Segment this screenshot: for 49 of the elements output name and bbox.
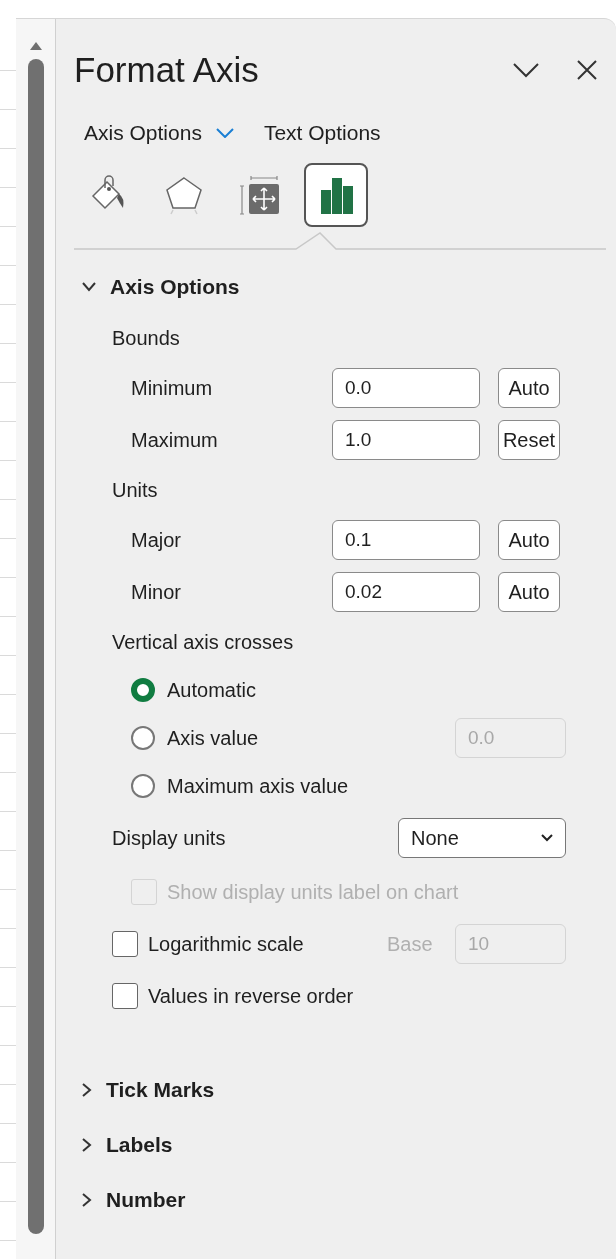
input-field[interactable]: 0.0 (332, 368, 480, 408)
input-field: 0.0 (455, 718, 566, 758)
checkbox-label: Logarithmic scale (148, 932, 305, 957)
scrollbar-thumb[interactable] (27, 59, 44, 1234)
field-label: Major (131, 528, 182, 553)
input-field[interactable]: 1.0 (332, 420, 480, 460)
checkbox[interactable] (112, 931, 138, 957)
bound-button[interactable]: Auto (498, 368, 560, 408)
caret-icon (541, 834, 553, 842)
radio-label: Automatic (167, 678, 257, 703)
radio-button[interactable] (131, 774, 155, 798)
group-label: Vertical axis crosses (112, 630, 294, 655)
field-label: Maximum (131, 428, 219, 453)
field-label: Display units (112, 826, 227, 851)
panel-title: Format Axis (74, 48, 260, 91)
bound-button[interactable]: Auto (498, 572, 560, 612)
scroll-up-arrow-icon[interactable] (28, 41, 43, 51)
close-icon[interactable] (576, 59, 598, 81)
chevron-icon (82, 1137, 92, 1152)
section-header[interactable]: Axis Options (82, 259, 606, 314)
radio-label: Maximum axis value (167, 774, 350, 799)
chevron-icon (82, 1082, 92, 1097)
collapse-chevron-icon[interactable] (512, 62, 540, 78)
dropdown-chevron-icon[interactable] (215, 128, 234, 138)
bar-chart-icon[interactable] (304, 163, 368, 227)
options-tab[interactable]: Text Options (263, 117, 381, 149)
radio-button[interactable] (131, 678, 155, 702)
field-label: Minimum (131, 376, 214, 401)
input-field[interactable]: 0.02 (332, 572, 480, 612)
dropdown[interactable]: None (398, 818, 566, 858)
section-header[interactable]: Labels (82, 1117, 606, 1172)
checkbox-label: Show display units label on chart (167, 880, 460, 905)
bound-button[interactable]: Auto (498, 520, 560, 560)
group-label: Bounds (112, 326, 180, 351)
input-field[interactable]: 0.1 (332, 520, 480, 560)
chevron-icon (82, 281, 96, 292)
section-header[interactable]: Number (82, 1172, 606, 1227)
radio-button[interactable] (131, 726, 155, 750)
input-field: 10 (455, 924, 566, 964)
options-tab[interactable]: Axis Options (84, 117, 234, 149)
field-label: Base (387, 932, 434, 957)
bound-button[interactable]: Reset (498, 420, 560, 460)
checkbox-label: Values in reverse order (148, 984, 355, 1009)
radio-label: Axis value (167, 726, 260, 751)
group-label: Units (112, 478, 158, 503)
checkbox[interactable] (112, 983, 138, 1009)
section-header[interactable]: Tick Marks (82, 1062, 606, 1117)
field-label: Minor (131, 580, 182, 605)
chevron-icon (82, 1192, 92, 1207)
